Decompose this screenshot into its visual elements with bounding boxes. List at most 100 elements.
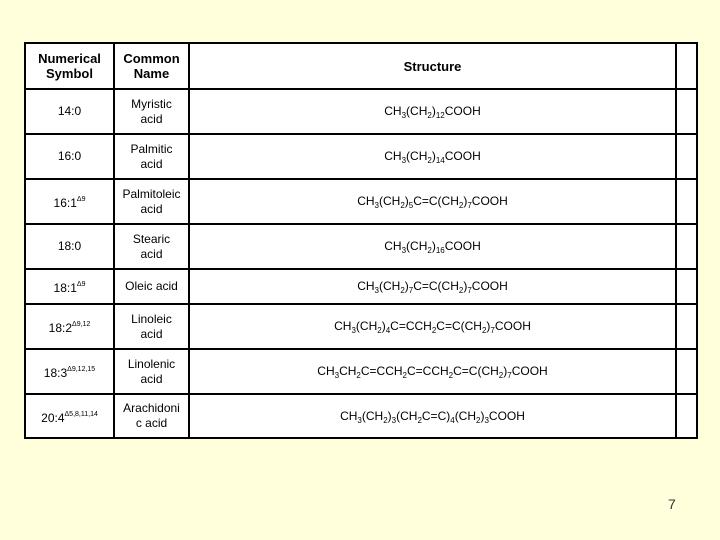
empty-cell: [675, 268, 698, 305]
table-header-row: Numerical Symbol Common Name Structure: [24, 42, 698, 90]
structure-cell: CH3(CH2)4C=CCH2C=C(CH2)7COOH: [188, 303, 677, 350]
formula-text: C=CCH: [390, 319, 432, 333]
table-row: 14:0 Myristic acid CH3(CH2)12COOH: [24, 88, 698, 135]
numerical-symbol: 16:1: [53, 196, 77, 210]
formula-text: COOH: [444, 149, 481, 163]
numerical-symbol: 18:0: [57, 239, 82, 253]
table-row: 18:0 Stearic acid CH3(CH2)16COOH: [24, 223, 698, 270]
formula-text: (CH: [396, 408, 418, 423]
formula-text: C=C(CH: [436, 319, 482, 333]
formula-text: COOH: [511, 364, 548, 378]
empty-cell: [675, 178, 698, 225]
table-row: 20:4Δ5,8,11,14 Arachidoni c acid CH3(CH2)3(…: [24, 393, 698, 439]
formula-text: (CH: [406, 239, 428, 253]
common-name: acid: [140, 201, 163, 216]
formula-text: CH: [339, 364, 357, 378]
header-common-name: Common Name: [113, 42, 190, 90]
numerical-symbol: 18:2: [48, 321, 73, 335]
formula-text: COOH: [488, 408, 525, 423]
formula-text: CH: [340, 408, 358, 423]
formula-subscript: 16: [435, 246, 445, 255]
header-structure: Structure: [188, 42, 677, 90]
common-name-cell: Linoleic acid: [113, 303, 190, 350]
common-name: Linolenic: [127, 356, 176, 371]
common-name-cell: Arachidoni c acid: [113, 393, 190, 439]
common-name: Stearic: [132, 231, 171, 246]
formula-text: C=C(CH: [413, 194, 459, 208]
formula-text: (CH: [378, 194, 401, 208]
structure-cell: CH3(CH2)12COOH: [188, 88, 677, 135]
common-name-cell: Stearic acid: [113, 223, 190, 270]
numerical-symbol-cell: 18:1Δ9: [24, 268, 115, 305]
numerical-symbol-cell: 14:0: [24, 88, 115, 135]
empty-cell: [675, 88, 698, 135]
common-name: acid: [140, 246, 163, 261]
common-name: Palmitoleic: [122, 186, 181, 201]
table-row: 18:1Δ9 Oleic acid CH3(CH2)7C=C(CH2)7COOH: [24, 268, 698, 305]
formula-text: COOH: [444, 104, 481, 118]
formula-text: CH: [384, 104, 402, 118]
header-text: Numerical: [38, 51, 101, 66]
formula-text: C=CCH: [360, 364, 403, 378]
common-name: acid: [140, 156, 163, 171]
common-name-cell: Palmitoleic acid: [113, 178, 190, 225]
header-text: Name: [133, 66, 170, 81]
formula-text: (CH: [361, 408, 384, 423]
empty-cell: [675, 303, 698, 350]
table-row: 16:1Δ9 Palmitoleic acid CH3(CH2)5C=C(CH2)7C…: [24, 178, 698, 225]
formula-text: (CH: [454, 408, 477, 423]
common-name: c acid: [135, 416, 168, 430]
common-name: Linoleic: [131, 311, 172, 326]
numerical-symbol-cell: 16:0: [24, 133, 115, 180]
formula-text: CH: [357, 279, 375, 293]
common-name-cell: Myristic acid: [113, 88, 190, 135]
numerical-symbol: 18:1: [53, 281, 77, 295]
common-name: acid: [140, 371, 163, 386]
empty-cell: [675, 393, 698, 439]
common-name-cell: Oleic acid: [113, 268, 190, 305]
delta-superscript: Δ9,12,15: [67, 366, 96, 373]
common-name: Myristic: [131, 96, 172, 111]
structure-cell: CH3(CH2)7C=C(CH2)7COOH: [188, 268, 677, 305]
page-number: 7: [668, 496, 676, 512]
empty-cell: [675, 223, 698, 270]
numerical-symbol-cell: 18:0: [24, 223, 115, 270]
structure-cell: CH3(CH2)14COOH: [188, 133, 677, 180]
numerical-symbol: 18:3: [43, 366, 68, 380]
delta-superscript: Δ9: [76, 196, 86, 203]
table-row: 18:3Δ9,12,15 Linolenic acid CH3CH2C=CCH2C=C…: [24, 348, 698, 395]
numerical-symbol: 20:4: [41, 410, 65, 425]
formula-text: CH: [317, 364, 335, 378]
common-name-cell: Palmitic acid: [113, 133, 190, 180]
common-name: Oleic acid: [125, 279, 178, 293]
formula-text: (CH: [406, 149, 428, 163]
header-numerical-symbol: Numerical Symbol: [24, 42, 115, 90]
formula-text: (CH: [355, 319, 378, 333]
formula-text: CH: [384, 239, 402, 253]
header-empty: [675, 42, 698, 90]
empty-cell: [675, 348, 698, 395]
formula-text: COOH: [471, 279, 508, 293]
common-name: Palmitic: [130, 141, 173, 156]
header-text: Symbol: [46, 66, 93, 81]
formula-text: (CH: [378, 279, 401, 293]
common-name: Arachidoni: [123, 401, 180, 415]
formula-text: COOH: [444, 239, 481, 253]
delta-superscript: Δ9: [76, 281, 86, 288]
table-row: 16:0 Palmitic acid CH3(CH2)14COOH: [24, 133, 698, 180]
formula-text: C=C(CH: [453, 364, 499, 378]
numerical-symbol-cell: 20:4Δ5,8,11,14: [24, 393, 115, 439]
structure-cell: CH3(CH2)3(CH2C=C)4(CH2)3COOH: [188, 393, 677, 439]
delta-superscript: Δ5,8,11,14: [64, 410, 98, 418]
common-name: acid: [140, 111, 163, 126]
numerical-symbol-cell: 18:2Δ9,12: [24, 303, 115, 350]
structure-cell: CH3(CH2)16COOH: [188, 223, 677, 270]
empty-cell: [675, 133, 698, 180]
fatty-acid-table: Numerical Symbol Common Name Structure 1…: [24, 42, 698, 439]
table-row: 18:2Δ9,12 Linoleic acid CH3(CH2)4C=CCH2C=C(…: [24, 303, 698, 350]
formula-subscript: 14: [435, 156, 445, 165]
header-text: Structure: [403, 58, 462, 74]
numerical-symbol-cell: 16:1Δ9: [24, 178, 115, 225]
structure-cell: CH3CH2C=CCH2C=CCH2C=C(CH2)7COOH: [188, 348, 677, 395]
delta-superscript: Δ9,12: [72, 321, 91, 328]
